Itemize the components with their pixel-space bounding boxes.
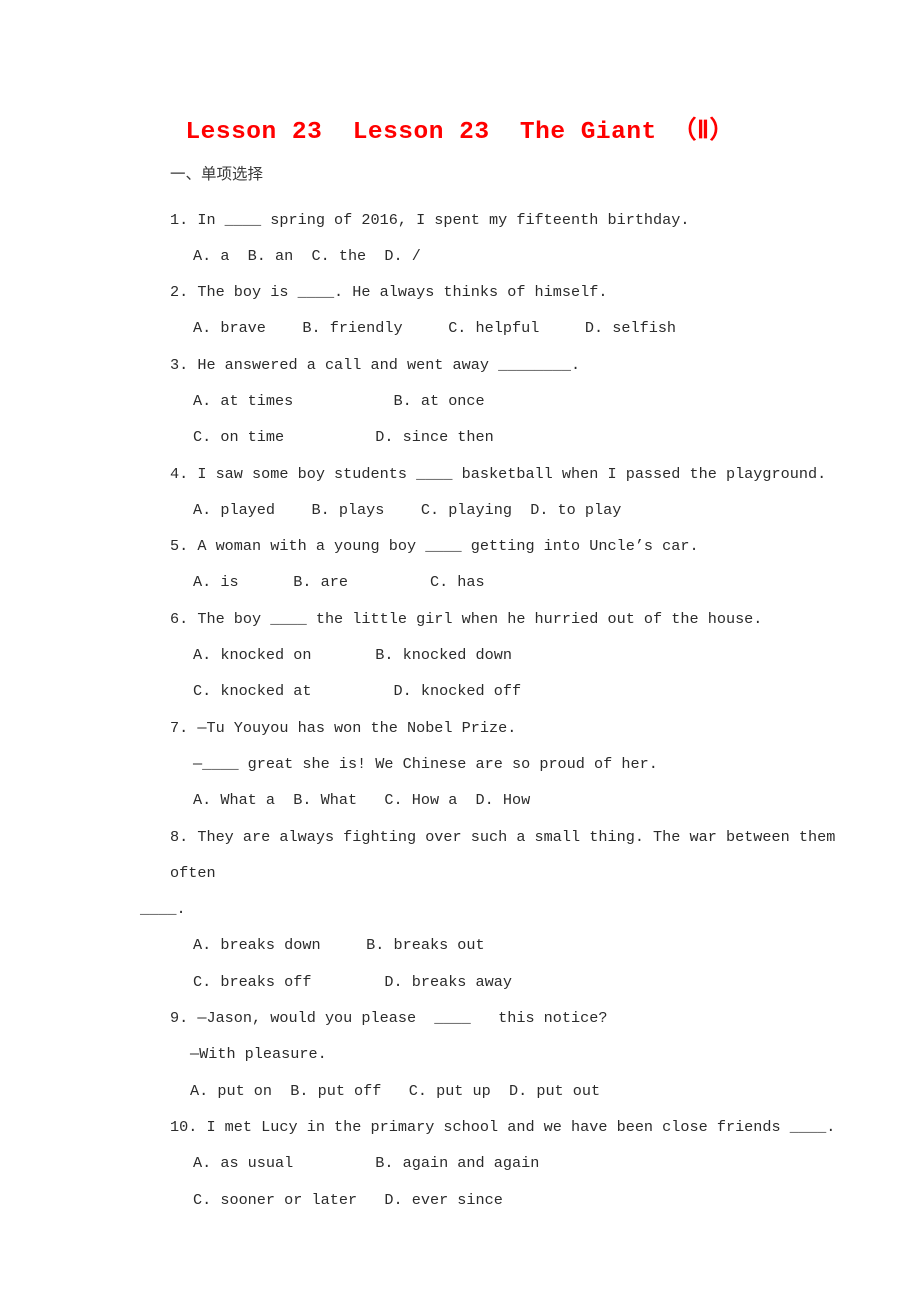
- question-stem: 7. —Tu Youyou has won the Nobel Prize.: [170, 718, 517, 737]
- question-stem: 8. They are always fighting over such a …: [170, 827, 845, 882]
- question-4: 4. I saw some boy students ____ basketba…: [170, 456, 870, 529]
- question-stem-wrap-tail: ____.: [140, 900, 186, 919]
- question-stem: 9. —Jason, would you please ____ this no…: [170, 1009, 608, 1028]
- section-heading-multiple-choice: 一、单项选择: [170, 165, 264, 183]
- worksheet-page: Lesson 23 Lesson 23 The Giant （Ⅱ） 一、单项选择…: [0, 0, 920, 1302]
- question-2: 2. The boy is ____. He always thinks of …: [170, 274, 870, 347]
- question-options-line[interactable]: C. knocked at D. knocked off: [170, 673, 870, 709]
- question-options-line[interactable]: A. is B. are C. has: [170, 564, 870, 600]
- question-options-line[interactable]: A. played B. plays C. playing D. to play: [170, 492, 870, 528]
- question-stem: 4. I saw some boy students ____ basketba…: [170, 464, 827, 483]
- question-5: 5. A woman with a young boy ____ getting…: [170, 528, 870, 601]
- question-options-line[interactable]: C. breaks off D. breaks away: [170, 964, 870, 1000]
- question-options-line[interactable]: C. sooner or later D. ever since: [170, 1182, 870, 1218]
- question-dialogue-line: —With pleasure.: [190, 1045, 327, 1064]
- question-options-line[interactable]: A. a B. an C. the D. /: [170, 238, 870, 274]
- question-stem: 6. The boy ____ the little girl when he …: [170, 609, 763, 628]
- question-options-line[interactable]: A. breaks down B. breaks out: [170, 927, 870, 963]
- question-dialogue-line: —____ great she is! We Chinese are so pr…: [193, 754, 658, 773]
- question-3: 3. He answered a call and went away ____…: [170, 347, 870, 456]
- question-10: 10. I met Lucy in the primary school and…: [170, 1109, 870, 1218]
- question-stem: 1. In ____ spring of 2016, I spent my fi…: [170, 210, 690, 229]
- question-options-line[interactable]: C. on time D. since then: [170, 419, 870, 455]
- question-8: 8. They are always fighting over such a …: [140, 819, 870, 1000]
- worksheet-body: 一、单项选择 1. In ____ spring of 2016, I spen…: [140, 165, 870, 1218]
- page-title: Lesson 23 Lesson 23 The Giant （Ⅱ）: [185, 119, 735, 146]
- question-stem: 10. I met Lucy in the primary school and…: [170, 1117, 836, 1136]
- question-1: 1. In ____ spring of 2016, I spent my fi…: [170, 202, 870, 275]
- question-options-line[interactable]: A. brave B. friendly C. helpful D. selfi…: [170, 310, 870, 346]
- question-9: 9. —Jason, would you please ____ this no…: [170, 1000, 870, 1109]
- question-stem: 3. He answered a call and went away ____…: [170, 355, 581, 374]
- question-options-line[interactable]: A. put on B. put off C. put up D. put ou…: [170, 1073, 870, 1109]
- question-options-line[interactable]: A. What a B. What C. How a D. How: [170, 782, 870, 818]
- question-stem: 2. The boy is ____. He always thinks of …: [170, 283, 608, 302]
- question-options-line[interactable]: A. at times B. at once: [170, 383, 870, 419]
- question-6: 6. The boy ____ the little girl when he …: [170, 601, 870, 710]
- question-options-line[interactable]: A. knocked on B. knocked down: [170, 637, 870, 673]
- question-stem: 5. A woman with a young boy ____ getting…: [170, 537, 699, 556]
- question-7: 7. —Tu Youyou has won the Nobel Prize. —…: [170, 710, 870, 819]
- question-options-line[interactable]: A. as usual B. again and again: [170, 1145, 870, 1181]
